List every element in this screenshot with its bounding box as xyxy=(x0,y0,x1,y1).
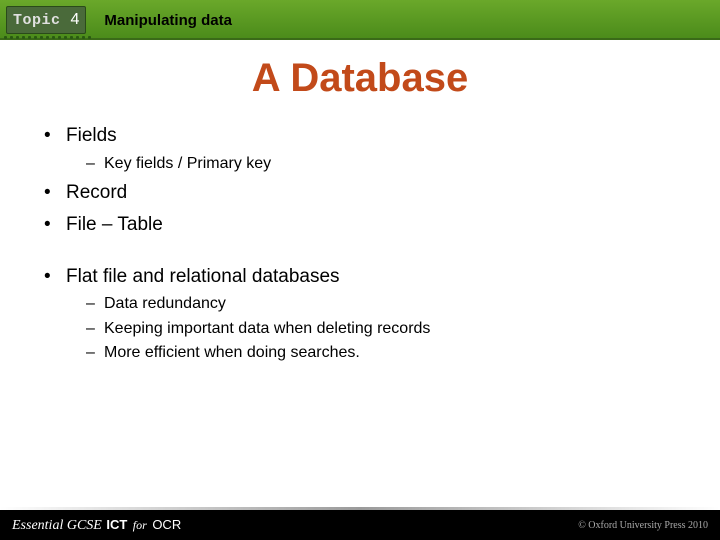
bullet-text: Record xyxy=(66,182,127,203)
sub-item: Data redundancy xyxy=(86,293,684,315)
sub-list: Data redundancy Keeping important data w… xyxy=(86,293,684,364)
content-area: Fields Key fields / Primary key Record F… xyxy=(0,123,720,364)
footer-bar: Essential GCSE ICT for OCR © Oxford Univ… xyxy=(0,510,720,540)
brand-ocr: OCR xyxy=(152,517,181,532)
brand-essential: Essential xyxy=(12,518,63,533)
bullet-item: File – Table xyxy=(44,212,684,238)
topic-number: 4 xyxy=(71,11,80,29)
header-underline xyxy=(0,38,720,40)
topic-label: Topic xyxy=(13,12,61,29)
header-bar: Topic 4 Manipulating data xyxy=(0,0,720,40)
dotted-decoration xyxy=(4,36,100,44)
bullet-item: Flat file and relational databases Data … xyxy=(44,264,684,364)
bullet-text: File – Table xyxy=(66,214,163,235)
sub-item: More efficient when doing searches. xyxy=(86,342,684,364)
slide-title: A Database xyxy=(0,56,720,101)
bullet-item: Record xyxy=(44,180,684,206)
sub-list: Key fields / Primary key xyxy=(86,153,684,175)
brand-ict: ICT xyxy=(106,517,127,532)
brand-for: for xyxy=(133,518,147,532)
bullet-text: Fields xyxy=(66,125,117,146)
sub-item: Key fields / Primary key xyxy=(86,153,684,175)
bullet-list: Fields Key fields / Primary key Record F… xyxy=(44,123,684,238)
footer-copyright: © Oxford University Press 2010 xyxy=(578,520,708,531)
footer-brand: Essential GCSE ICT for OCR xyxy=(12,517,181,534)
brand-gcse: GCSE xyxy=(67,518,102,533)
bullet-list: Flat file and relational databases Data … xyxy=(44,264,684,364)
sub-item: Keeping important data when deleting rec… xyxy=(86,318,684,340)
topic-box: Topic 4 xyxy=(6,6,86,34)
spacer xyxy=(44,244,684,264)
section-title: Manipulating data xyxy=(104,12,232,29)
bullet-item: Fields Key fields / Primary key xyxy=(44,123,684,174)
bullet-text: Flat file and relational databases xyxy=(66,266,340,287)
